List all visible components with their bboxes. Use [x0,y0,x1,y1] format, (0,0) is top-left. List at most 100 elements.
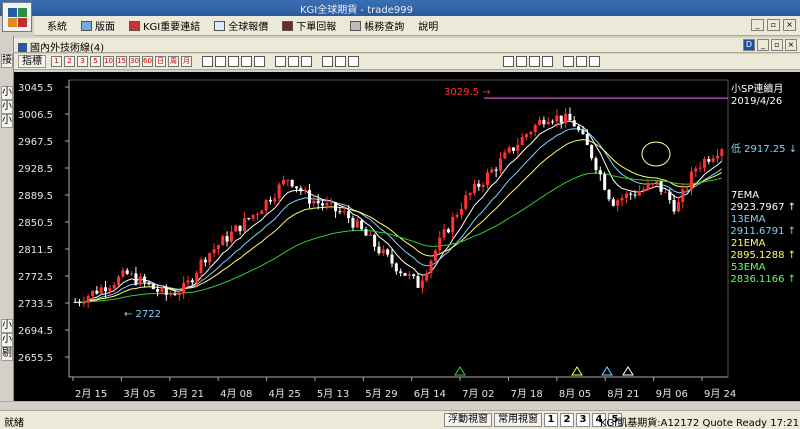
restore-icon[interactable]: ▫ [771,39,783,51]
left-strip-item[interactable]: 小 [1,333,13,347]
left-strip-item[interactable]: 小 [1,114,13,128]
candle-body [412,274,416,277]
candle-body [334,202,338,212]
candle-body [186,280,190,283]
menu-global-quote[interactable]: 全球報價 [209,17,273,35]
ema-label: 7EMA [731,190,759,201]
indicator-button[interactable]: 指標 [18,55,46,68]
period-button[interactable]: 5 [90,56,101,67]
menu-order-report[interactable]: 下單回報 [277,17,341,35]
menu-kgi-links[interactable]: KGI重要連結 [124,17,205,35]
candle-body [407,274,411,276]
status-tab-1[interactable]: 1 [544,413,558,427]
save-icon[interactable] [589,56,600,67]
status-tab-3[interactable]: 3 [576,413,590,427]
candle-body [520,136,524,145]
candle-body [590,145,594,159]
menu-system[interactable]: 系統 [42,17,72,35]
candle-body [342,211,346,213]
period-button[interactable]: 日 [155,56,166,67]
menu-layout[interactable]: 版面 [76,17,120,35]
table-icon[interactable] [254,56,265,67]
candle-body [420,280,424,288]
period-button[interactable]: 60 [142,56,153,67]
menu-account-query[interactable]: 帳務查詢 [345,17,409,35]
candle-body [255,214,259,216]
x-tick-label: 5月 29 [365,388,397,400]
link-icon [129,20,140,31]
x-tick-label: 2月 15 [75,388,107,400]
candle-body [551,121,555,123]
candle-body [525,134,529,137]
chart-type-icon[interactable] [202,56,213,67]
status-tab-2[interactable]: 2 [560,413,574,427]
bar-chart-icon[interactable] [275,56,286,67]
ema7-line [75,120,723,303]
layout-split-icon[interactable] [576,56,587,67]
candle-body [585,133,589,146]
pan-left-icon[interactable] [529,56,540,67]
fit-icon[interactable] [516,56,527,67]
cursor-icon[interactable] [215,56,226,67]
candle-body [364,229,368,236]
status-tab-floating[interactable]: 浮動視窗 [444,413,492,427]
candle-body [234,225,238,232]
line-chart-icon[interactable] [301,56,312,67]
candle-body [351,218,355,228]
layout-single-icon[interactable] [563,56,574,67]
pan-right-icon[interactable] [542,56,553,67]
candle-body [568,113,572,121]
candle-body [386,249,390,255]
close-icon[interactable]: × [785,39,797,51]
candle-body [294,186,299,189]
signal-triangle [571,366,583,376]
period-button[interactable]: 10 [103,56,114,67]
menu-help[interactable]: 說明 [413,17,443,35]
status-tab-common[interactable]: 常用視窗 [494,413,542,427]
candle-body [143,276,147,283]
d-icon[interactable]: D [743,39,755,51]
title-bar: KGI全球期貨 - trade999 [0,0,800,16]
highlight-circle [641,141,671,167]
period-button[interactable]: 30 [129,56,140,67]
settings-icon[interactable] [503,56,514,67]
candle-body [581,130,585,134]
candle-body [529,132,533,135]
candle-body [260,210,264,215]
period-button[interactable]: 3 [77,56,88,67]
candle-body [468,193,472,196]
left-strip-item[interactable]: 小 [1,100,13,114]
zoom-icon[interactable] [228,56,239,67]
candle-body [247,218,251,220]
restore-icon[interactable]: ▫ [767,19,780,31]
period-button[interactable]: 月 [181,56,192,67]
candle-body [138,276,142,285]
candle-body [572,120,576,127]
candle-body [112,284,116,289]
candle-body [82,302,86,304]
period-button[interactable]: 周 [168,56,179,67]
left-strip-item[interactable]: 剔 [1,347,13,361]
close-icon[interactable]: × [783,19,796,31]
candle-body [308,190,312,204]
minimize-icon[interactable]: _ [751,19,764,31]
left-strip-item[interactable]: 小 [1,319,13,333]
left-strip-item[interactable]: 小 [1,86,13,100]
price-chart[interactable]: 3045.5 3006.5 2967.5 2928.5 2889.5 2850.5 2811… [14,72,800,402]
minimize-icon[interactable]: _ [757,39,769,51]
period-button[interactable]: 2 [64,56,75,67]
draw-tool-icon[interactable] [335,56,346,67]
candle-body [86,296,90,303]
grid-icon[interactable] [241,56,252,67]
left-strip-item[interactable]: 接 [1,54,13,68]
period-button[interactable]: 1 [51,56,62,67]
horizontal-scrollbar[interactable] [0,401,800,409]
print-icon[interactable] [322,56,333,67]
candle-body [229,231,233,242]
trend-line-icon[interactable] [348,56,359,67]
x-tick-label: 6月 14 [414,388,446,400]
candle-chart-icon[interactable] [288,56,299,67]
period-button[interactable]: 15 [116,56,127,67]
signal-triangle [454,366,466,376]
ema-label: 53EMA [731,262,766,273]
